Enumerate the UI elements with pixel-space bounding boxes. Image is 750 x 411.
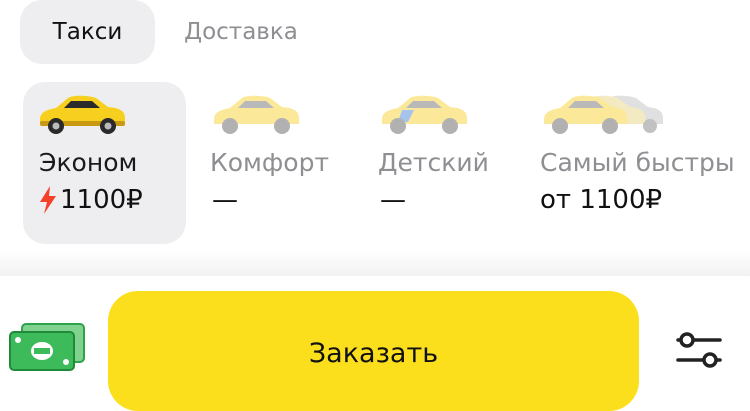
tab-taxi-label: Такси [52, 19, 123, 45]
tab-taxi[interactable]: Такси [20, 0, 155, 64]
tariff-name: Эконом [39, 148, 138, 177]
tariff-card-fastest[interactable]: Самый быстры от 1100₽ [530, 82, 750, 244]
order-button-label: Заказать [308, 338, 439, 369]
tariff-name: Детский [378, 148, 489, 177]
tariff-card-comfort[interactable]: Комфорт — [200, 82, 350, 244]
car-yellow-icon [40, 95, 125, 134]
car-kids-icon [382, 95, 467, 134]
cash-icon[interactable] [8, 322, 88, 372]
tab-delivery-label: Доставка [184, 19, 298, 45]
settings-sliders-icon[interactable] [674, 330, 724, 370]
tab-delivery[interactable]: Доставка [166, 0, 316, 64]
tariff-price-value: 1100₽ [60, 185, 143, 215]
tariff-price: — [380, 185, 406, 215]
tariff-name: Комфорт [210, 148, 330, 177]
panel-divider-shade [0, 250, 750, 276]
order-button[interactable]: Заказать [108, 291, 639, 411]
tariff-price: 1100₽ [39, 185, 143, 215]
tariff-price: от 1100₽ [540, 185, 663, 215]
surge-lightning-icon [40, 186, 56, 214]
tariff-name: Самый быстры [540, 148, 735, 177]
tariff-card-econom[interactable]: Эконом 1100₽ [23, 82, 186, 244]
car-fleet-icon [544, 95, 663, 134]
tariff-price: — [212, 185, 238, 215]
car-yellow-icon [214, 95, 299, 134]
tariff-card-kids[interactable]: Детский — [368, 82, 518, 244]
